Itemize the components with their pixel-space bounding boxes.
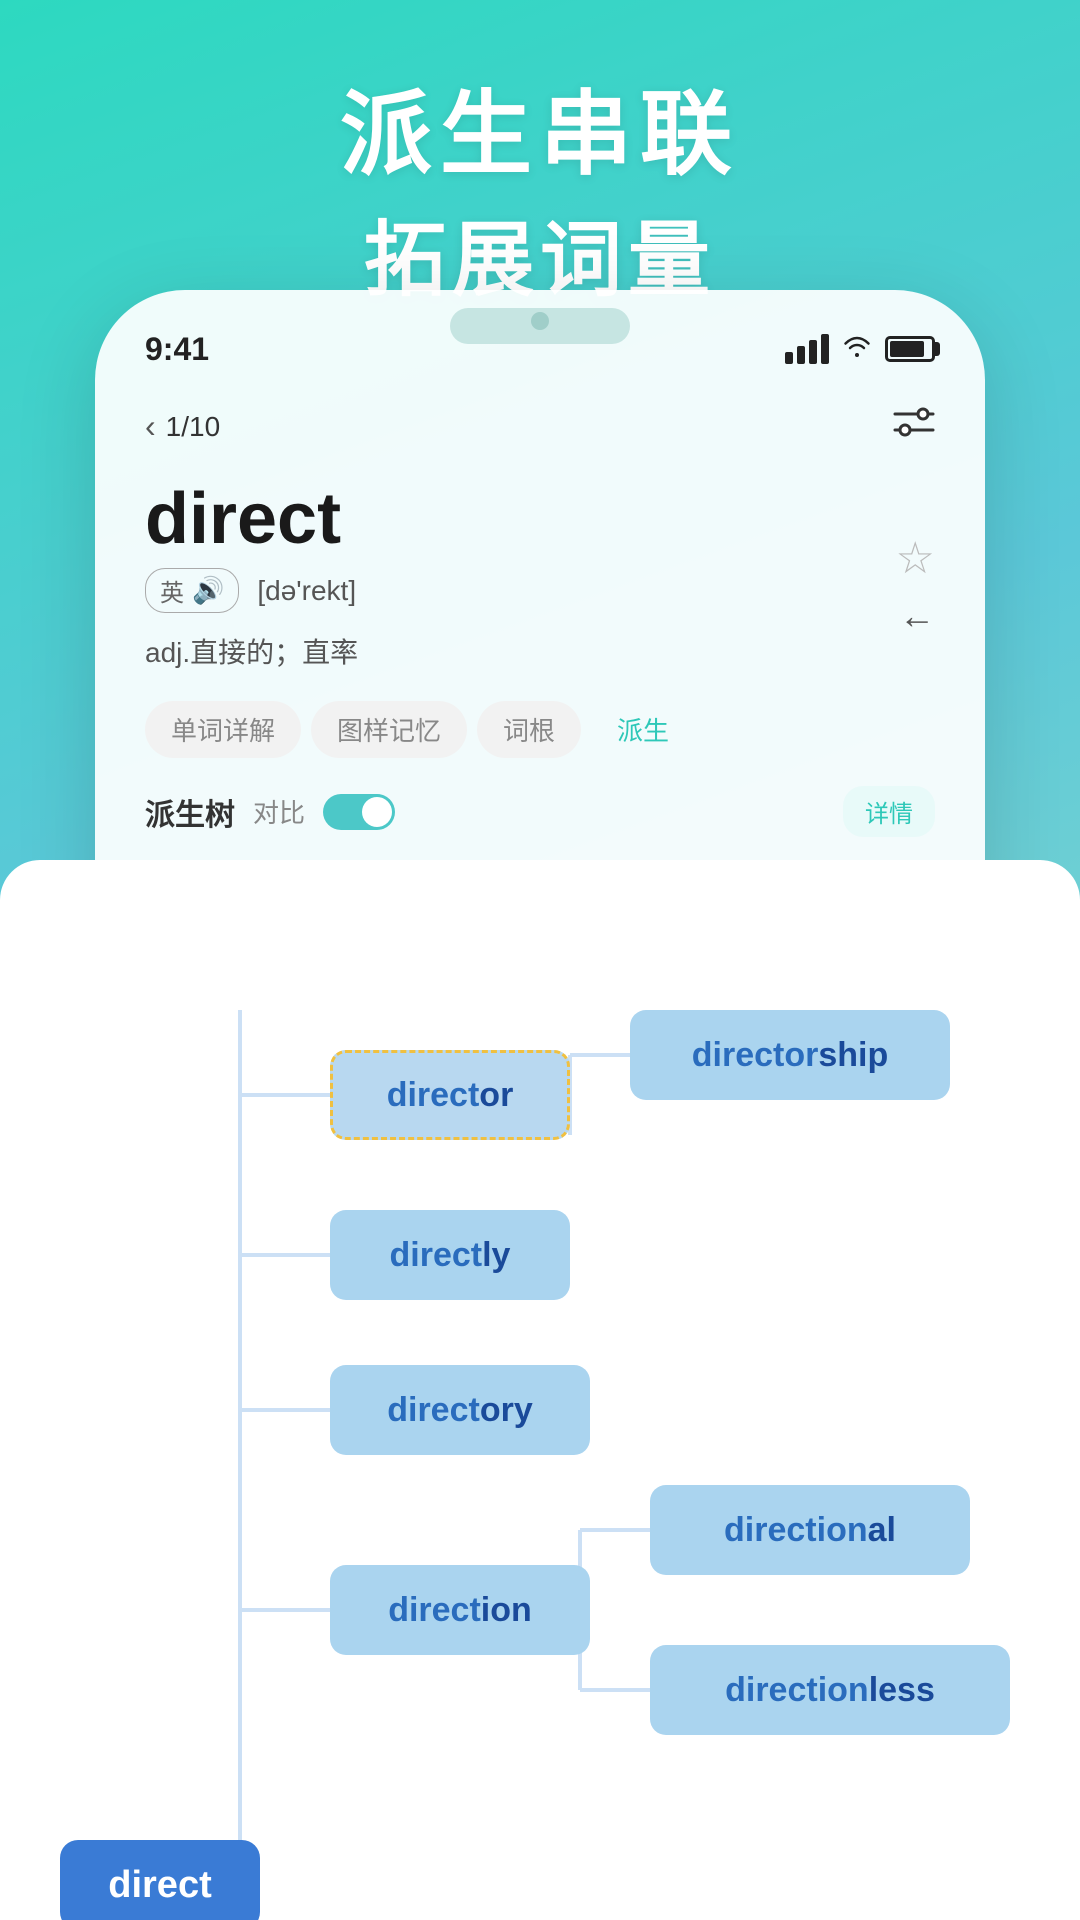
tab-root[interactable]: 词根: [477, 701, 581, 758]
node-director[interactable]: director: [330, 1050, 570, 1140]
status-icons: [785, 333, 935, 365]
filter-icon[interactable]: [893, 405, 935, 448]
status-bar: 9:41: [95, 290, 985, 390]
contrast-label: 对比: [253, 793, 305, 830]
header-section: 派生串联 拓展词量: [0, 60, 1080, 312]
language-badge[interactable]: 英 🔊: [145, 568, 239, 613]
node-director-base: direct: [387, 1076, 480, 1115]
back-button[interactable]: ‹ 1/10: [145, 408, 220, 445]
derivative-header: 派生树 对比 详情: [145, 786, 935, 837]
phonetic-text: [də'rekt]: [257, 575, 356, 607]
detail-button[interactable]: 详情: [843, 786, 935, 837]
page-indicator: 1/10: [166, 411, 221, 443]
derivative-title: 派生树 对比: [145, 790, 395, 834]
toggle-knob: [362, 797, 392, 827]
navigation-bar: ‹ 1/10: [145, 405, 935, 448]
node-direct[interactable]: direct: [60, 1840, 260, 1920]
language-label: 英: [160, 573, 184, 608]
word-definition: adj.直接的；直率: [145, 631, 935, 671]
node-directorship[interactable]: directorship: [630, 1010, 950, 1100]
word-title: direct: [145, 478, 935, 560]
history-back-icon[interactable]: ←: [899, 595, 935, 637]
word-meta: 英 🔊 [də'rekt]: [145, 568, 935, 613]
node-direct-text: direct: [108, 1864, 211, 1907]
node-directional[interactable]: directional: [650, 1485, 970, 1575]
tab-word-detail[interactable]: 单词详解: [145, 701, 301, 758]
node-direction[interactable]: direction: [330, 1565, 590, 1655]
wifi-icon: [843, 333, 871, 365]
node-directorship-base: director: [692, 1036, 819, 1075]
node-directionless[interactable]: directionless: [650, 1645, 1010, 1735]
header-line1: 派生串联: [0, 60, 1080, 193]
favorite-icon[interactable]: ☆: [896, 533, 935, 584]
signal-icon: [785, 334, 829, 364]
phone-content: ‹ 1/10 direct 英 🔊 [də'rekt] ☆ ←: [95, 385, 985, 867]
tab-image-memory[interactable]: 图样记忆: [311, 701, 467, 758]
clock: 9:41: [145, 331, 209, 368]
battery-icon: [885, 336, 935, 362]
tab-derivative[interactable]: 派生: [591, 701, 695, 758]
node-directory[interactable]: directory: [330, 1365, 590, 1455]
contrast-toggle[interactable]: [323, 794, 395, 830]
back-arrow-icon: ‹: [145, 408, 156, 445]
sound-icon: 🔊: [192, 575, 224, 606]
tab-bar: 单词详解 图样记忆 词根 派生: [145, 701, 935, 758]
node-directly[interactable]: directly: [330, 1210, 570, 1300]
word-tree-card: direct director directorship directly di…: [0, 860, 1080, 1920]
tree-diagram: direct director directorship directly di…: [40, 910, 1040, 1920]
